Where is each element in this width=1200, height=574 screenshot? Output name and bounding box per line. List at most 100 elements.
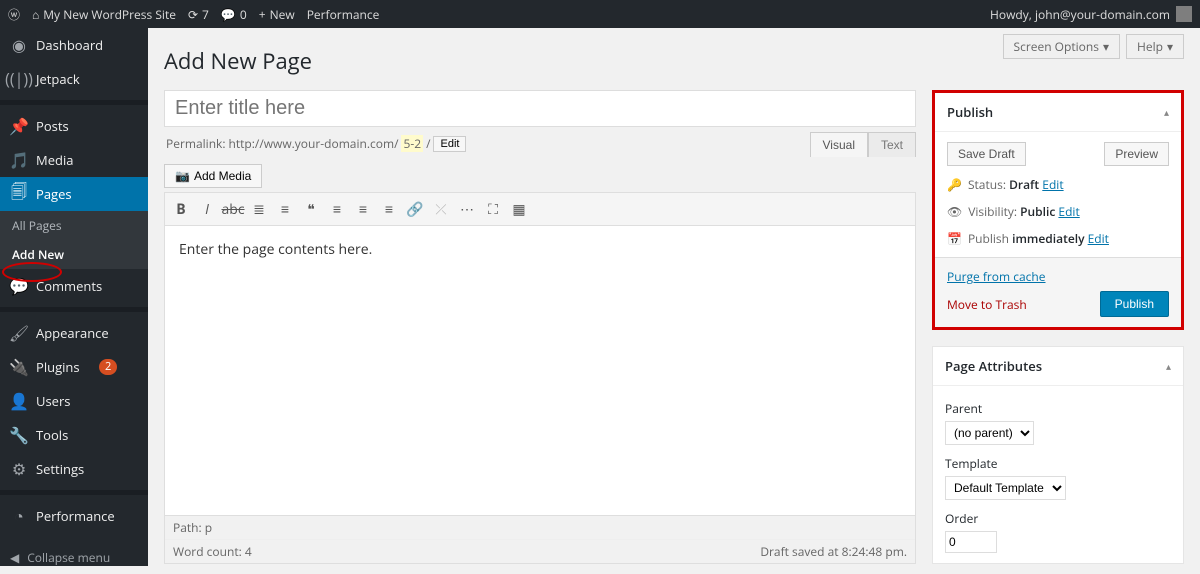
tab-text[interactable]: Text [868,132,916,157]
howdy-text: Howdy, john@your-domain.com [990,6,1170,23]
menu-comments[interactable]: 💬Comments [0,269,148,303]
menu-appearance[interactable]: 🖌Appearance [0,316,148,350]
preview-button[interactable]: Preview [1104,142,1169,166]
pin-icon: 📌 [10,117,28,135]
permalink-edit-button[interactable]: Edit [433,136,466,152]
align-left-button[interactable]: ≡ [325,197,349,221]
collapse-menu[interactable]: ◀Collapse menu [0,541,148,574]
editor-toolbar: B I abc ≣ ≡ ❝ ≡ ≡ ≡ 🔗 ⤫ ⋯ ⛶ ▦ [164,192,916,226]
menu-plugins[interactable]: 🔌Plugins 2 [0,350,148,384]
purge-cache-link[interactable]: Purge from cache [947,268,1169,285]
align-right-button[interactable]: ≡ [377,197,401,221]
submenu-all-pages[interactable]: All Pages [0,211,148,240]
site-name-link[interactable]: ⌂My New WordPress Site [32,6,176,23]
pages-submenu: All Pages Add New [0,211,148,269]
submenu-add-new[interactable]: Add New [0,240,148,269]
home-icon: ⌂ [32,6,39,23]
updates-link[interactable]: ⟳7 [188,6,209,23]
wrench-icon: 🔧 [10,426,28,444]
avatar[interactable] [1176,6,1192,22]
permalink: Permalink: http://www.your-domain.com/5-… [166,135,914,152]
save-draft-button[interactable]: Save Draft [947,142,1026,166]
chevron-down-icon: ▾ [1167,38,1173,55]
edit-visibility-link[interactable]: Edit [1058,203,1079,220]
media-icon: 📷 [175,169,190,183]
schedule-line: 📅 Publish immediately Edit [947,230,1169,247]
menu-separator [0,100,148,105]
toggle-icon[interactable]: ▴ [1166,359,1171,373]
edit-status-link[interactable]: Edit [1042,176,1063,193]
updates-count: 7 [202,6,209,23]
gauge-icon: ◔ [10,507,28,525]
more-button[interactable]: ⋯ [455,197,479,221]
unlink-button[interactable]: ⤫ [429,197,453,221]
edit-schedule-link[interactable]: Edit [1088,230,1109,247]
sliders-icon: ⚙ [10,460,28,478]
blockquote-button[interactable]: ❝ [299,197,323,221]
draft-saved: Draft saved at 8:24:48 pm. [760,543,907,560]
menu-dashboard[interactable]: ◉Dashboard [0,28,148,62]
admin-sidebar: ◉Dashboard ((|))Jetpack 📌Posts 🎵Media 🗐P… [0,28,148,566]
order-input[interactable] [945,531,997,553]
fullscreen-button[interactable]: ⛶ [481,197,505,221]
screen-options-button[interactable]: Screen Options▾ [1003,34,1121,59]
toggle-icon[interactable]: ▴ [1164,105,1169,119]
menu-pages[interactable]: 🗐Pages [0,177,148,211]
publish-button[interactable]: Publish [1100,291,1169,317]
plugins-badge: 2 [99,359,117,375]
bold-button[interactable]: B [169,197,193,221]
menu-posts[interactable]: 📌Posts [0,109,148,143]
help-button[interactable]: Help▾ [1126,34,1184,59]
number-list-button[interactable]: ≡ [273,197,297,221]
permalink-trail: / [426,135,430,152]
site-name: My New WordPress Site [43,6,176,23]
menu-media[interactable]: 🎵Media [0,143,148,177]
wp-logo[interactable]: ⓦ [8,6,20,23]
menu-performance[interactable]: ◔Performance [0,499,148,533]
permalink-slug: 5-2 [401,135,423,152]
menu-jetpack[interactable]: ((|))Jetpack [0,62,148,96]
toolbar-toggle-button[interactable]: ▦ [507,197,531,221]
publish-title: Publish [947,103,993,121]
pages-icon: 🗐 [10,185,28,203]
editor-body[interactable]: Enter the page contents here. [164,226,916,516]
italic-button[interactable]: I [195,197,219,221]
bullet-list-button[interactable]: ≣ [247,197,271,221]
editor-status-bar: Path: p Word count: 4Draft saved at 8:24… [164,516,916,564]
performance-label: Performance [307,6,380,23]
performance-link[interactable]: Performance [307,6,380,23]
post-title-input[interactable] [164,90,916,127]
refresh-icon: ⟳ [188,6,198,23]
status-line: 🔑 Status: Draft Edit [947,176,1169,193]
menu-tools[interactable]: 🔧Tools [0,418,148,452]
word-count: Word count: 4 [173,543,252,560]
template-select[interactable]: Default Template [945,476,1066,500]
strike-button[interactable]: abc [221,197,245,221]
new-link[interactable]: +New [259,6,295,23]
comment-icon: 💬 [10,277,28,295]
plug-icon: 🔌 [10,358,28,376]
comments-link[interactable]: 💬0 [221,6,247,23]
add-media-button[interactable]: 📷Add Media [164,164,262,188]
permalink-base: http://www.your-domain.com/ [229,135,399,152]
menu-separator [0,490,148,495]
link-button[interactable]: 🔗 [403,197,427,221]
calendar-icon: 📅 [947,230,962,247]
menu-settings[interactable]: ⚙Settings [0,452,148,486]
page-attr-title: Page Attributes [945,357,1042,375]
wordpress-icon: ⓦ [8,6,20,23]
howdy-link[interactable]: Howdy, john@your-domain.com [990,6,1170,23]
user-icon: 👤 [10,392,28,410]
brush-icon: 🖌 [10,324,28,342]
parent-select[interactable]: (no parent) [945,421,1034,445]
tab-visual[interactable]: Visual [810,132,868,157]
move-to-trash-link[interactable]: Move to Trash [947,296,1027,313]
visibility-line: 👁 Visibility: Public Edit [947,203,1169,220]
menu-users[interactable]: 👤Users [0,384,148,418]
media-icon: 🎵 [10,151,28,169]
collapse-icon: ◀ [10,549,19,566]
order-label: Order [945,510,1171,527]
align-center-button[interactable]: ≡ [351,197,375,221]
publish-metabox: Publish ▴ Save Draft Preview 🔑 Status: D… [932,90,1184,330]
page-attributes-metabox: Page Attributes ▴ Parent (no parent) Tem… [932,346,1184,564]
